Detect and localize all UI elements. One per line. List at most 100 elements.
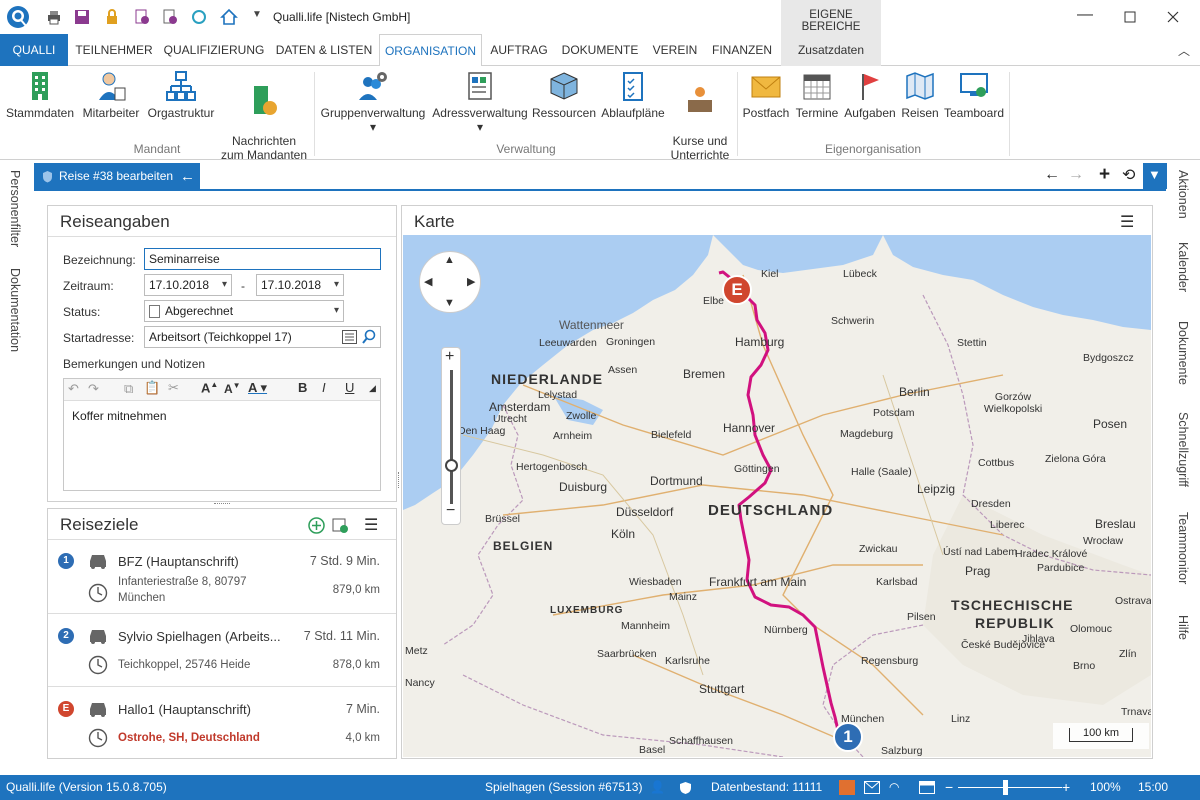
orgastruktur-button[interactable]: Orgastruktur bbox=[144, 70, 218, 120]
date-to-picker[interactable]: 17.10.2018 bbox=[256, 274, 344, 296]
mitarbeiter-button[interactable]: Mitarbeiter bbox=[80, 70, 142, 120]
sidebar-personenfilter[interactable]: Personenfilter bbox=[8, 170, 22, 247]
startadresse-input[interactable]: Arbeitsort (Teichkoppel 17) bbox=[144, 326, 381, 348]
zoom-out-button[interactable]: − bbox=[945, 775, 953, 800]
tab-daten-listen[interactable]: DATEN & LISTEN bbox=[272, 34, 376, 66]
tab-auftrag[interactable]: AUFTRAG bbox=[486, 34, 552, 66]
run-document-icon[interactable] bbox=[162, 9, 178, 25]
nav-forward-icon[interactable]: → bbox=[1068, 166, 1084, 184]
horizontal-splitter[interactable] bbox=[214, 503, 230, 506]
teamboard-button[interactable]: Teamboard bbox=[942, 70, 1006, 120]
pan-up-icon[interactable]: ▲ bbox=[444, 254, 455, 266]
user-icon[interactable]: 👤 bbox=[650, 775, 665, 800]
sidebar-aktionen[interactable]: Aktionen bbox=[1176, 170, 1190, 219]
print-icon[interactable] bbox=[46, 9, 62, 25]
tab-finanzen[interactable]: FINANZEN bbox=[707, 34, 777, 66]
font-color-icon[interactable]: A ▾ bbox=[248, 380, 267, 396]
collapse-ribbon-icon[interactable]: ︿ bbox=[1178, 42, 1190, 59]
status-select[interactable]: Abgerechnet bbox=[144, 300, 344, 322]
grow-font-icon[interactable]: A▲ bbox=[201, 380, 218, 395]
close-button[interactable] bbox=[1167, 11, 1179, 23]
sidebar-kalender[interactable]: Kalender bbox=[1176, 242, 1190, 292]
map-menu-icon[interactable]: ☰ bbox=[1120, 212, 1134, 232]
redo-icon[interactable]: ↷ bbox=[88, 381, 99, 397]
add-circle-icon[interactable] bbox=[308, 517, 325, 534]
add-icon[interactable]: + bbox=[1099, 164, 1110, 186]
termine-button[interactable]: Termine bbox=[794, 70, 840, 120]
tab-teilnehmer[interactable]: TEILNEHMER bbox=[72, 34, 156, 66]
undo-icon[interactable]: ↶ bbox=[68, 381, 79, 397]
mail-icon[interactable] bbox=[864, 781, 880, 794]
tab-menu-button[interactable]: ▼ bbox=[1143, 163, 1167, 189]
ressourcen-button[interactable]: Ressourcen bbox=[532, 70, 596, 120]
underline-icon[interactable]: U bbox=[345, 380, 354, 395]
tab-qualifizierung[interactable]: QUALIFIZIERUNG bbox=[160, 34, 268, 66]
map-canvas[interactable]: NIEDERLANDE DEUTSCHLAND BELGIEN LUXEMBUR… bbox=[403, 235, 1151, 757]
zoom-handle[interactable] bbox=[445, 459, 458, 472]
notes-editor[interactable]: ↶ ↷ ⧉ 📋 ✂ A▲ A▼ A ▾ B I U ◢ Koffer mitne… bbox=[63, 378, 381, 491]
gruppenverwaltung-button[interactable]: Gruppenverwaltung ▾ bbox=[318, 70, 428, 134]
pan-down-icon[interactable]: ▼ bbox=[444, 297, 455, 309]
search-icon[interactable] bbox=[361, 329, 377, 345]
refresh-icon[interactable] bbox=[191, 9, 207, 25]
route-end-marker[interactable]: E bbox=[722, 275, 752, 305]
panel-title: Reiseangaben bbox=[60, 212, 170, 231]
cut-icon[interactable]: ✂ bbox=[168, 380, 179, 396]
address-list-icon[interactable] bbox=[342, 330, 357, 344]
layout-icon[interactable] bbox=[919, 781, 935, 794]
home-icon[interactable] bbox=[220, 8, 238, 26]
maximize-button[interactable] bbox=[1124, 11, 1136, 23]
postfach-button[interactable]: Postfach bbox=[740, 70, 792, 120]
zoom-in-icon[interactable]: + bbox=[445, 348, 454, 366]
nav-back-icon[interactable]: ← bbox=[1044, 166, 1060, 184]
paste-icon[interactable]: 📋 bbox=[144, 380, 160, 396]
stammdaten-button[interactable]: Stammdaten bbox=[4, 70, 76, 120]
sidebar-hilfe[interactable]: Hilfe bbox=[1176, 615, 1190, 640]
save-icon[interactable] bbox=[74, 9, 90, 25]
zoom-out-icon[interactable]: − bbox=[446, 502, 455, 520]
pan-right-icon[interactable]: ▶ bbox=[467, 275, 475, 288]
play-document-icon[interactable] bbox=[134, 9, 150, 25]
pan-left-icon[interactable]: ◀ bbox=[424, 275, 432, 288]
sidebar-schnellzugriff[interactable]: Schnellzugriff bbox=[1176, 412, 1190, 487]
zoom-in-button[interactable]: + bbox=[1062, 775, 1070, 800]
menu-icon[interactable]: ☰ bbox=[364, 515, 378, 535]
tab-organisation[interactable]: ORGANISATION bbox=[379, 34, 482, 67]
tab-verein[interactable]: VEREIN bbox=[647, 34, 703, 66]
ablaufplaene-button[interactable]: Ablaufpläne bbox=[598, 70, 668, 120]
lock-icon[interactable] bbox=[104, 9, 120, 25]
aufgaben-button[interactable]: Aufgaben bbox=[842, 70, 898, 120]
list-item[interactable]: 2 Sylvio Spielhagen (Arbeits... 7 Std. 1… bbox=[48, 615, 396, 687]
date-from-picker[interactable]: 17.10.2018 bbox=[144, 274, 232, 296]
tab-qualli[interactable]: QUALLI bbox=[0, 34, 68, 66]
zoom-slider-track[interactable] bbox=[958, 787, 1062, 788]
copy-icon[interactable]: ⧉ bbox=[124, 381, 133, 397]
document-tab[interactable]: Reise #38 bearbeiten ← bbox=[34, 163, 200, 190]
sidebar-teammonitor[interactable]: Teammonitor bbox=[1176, 512, 1190, 584]
quick-access-dropdown-icon[interactable]: ▼ bbox=[252, 9, 262, 20]
zoom-slider-handle[interactable] bbox=[1003, 780, 1008, 795]
reload-icon[interactable]: ⟲ bbox=[1122, 165, 1135, 185]
back-arrow-icon[interactable]: ← bbox=[180, 163, 195, 190]
map-pan-control[interactable]: ▲ ▼ ◀ ▶ bbox=[419, 251, 481, 313]
italic-icon[interactable]: I bbox=[322, 380, 326, 395]
sidebar-dokumente[interactable]: Dokumente bbox=[1176, 321, 1190, 385]
notes-text[interactable]: Koffer mitnehmen bbox=[72, 409, 167, 423]
ribbon: Stammdaten Mitarbeiter Orgastruktur Nach… bbox=[0, 66, 1200, 162]
minimize-button[interactable]: — bbox=[1077, 6, 1093, 24]
reisen-button[interactable]: Reisen bbox=[900, 70, 940, 120]
adressverwaltung-button[interactable]: Adressverwaltung ▾ bbox=[430, 70, 530, 134]
list-item[interactable]: E Hallo1 (Hauptanschrift) 7 Min. Ostrohe… bbox=[48, 688, 396, 758]
sidebar-dokumentation[interactable]: Dokumentation bbox=[8, 268, 22, 352]
tab-zusatzdaten[interactable]: Zusatzdaten bbox=[781, 34, 881, 66]
tab-dokumente[interactable]: DOKUMENTE bbox=[558, 34, 642, 66]
notification-icon[interactable] bbox=[839, 780, 855, 795]
bold-icon[interactable]: B bbox=[298, 380, 307, 395]
shield-check-icon[interactable] bbox=[679, 781, 692, 795]
add-address-icon[interactable] bbox=[332, 517, 349, 534]
shrink-font-icon[interactable]: A▼ bbox=[224, 381, 241, 396]
bezeichnung-input[interactable]: Seminarreise bbox=[144, 248, 381, 270]
more-options-icon[interactable]: ◢ bbox=[369, 383, 376, 394]
list-item[interactable]: 1 BFZ (Hauptanschrift) 7 Std. 9 Min. Inf… bbox=[48, 540, 396, 614]
route-start-marker[interactable]: 1 bbox=[833, 722, 863, 752]
